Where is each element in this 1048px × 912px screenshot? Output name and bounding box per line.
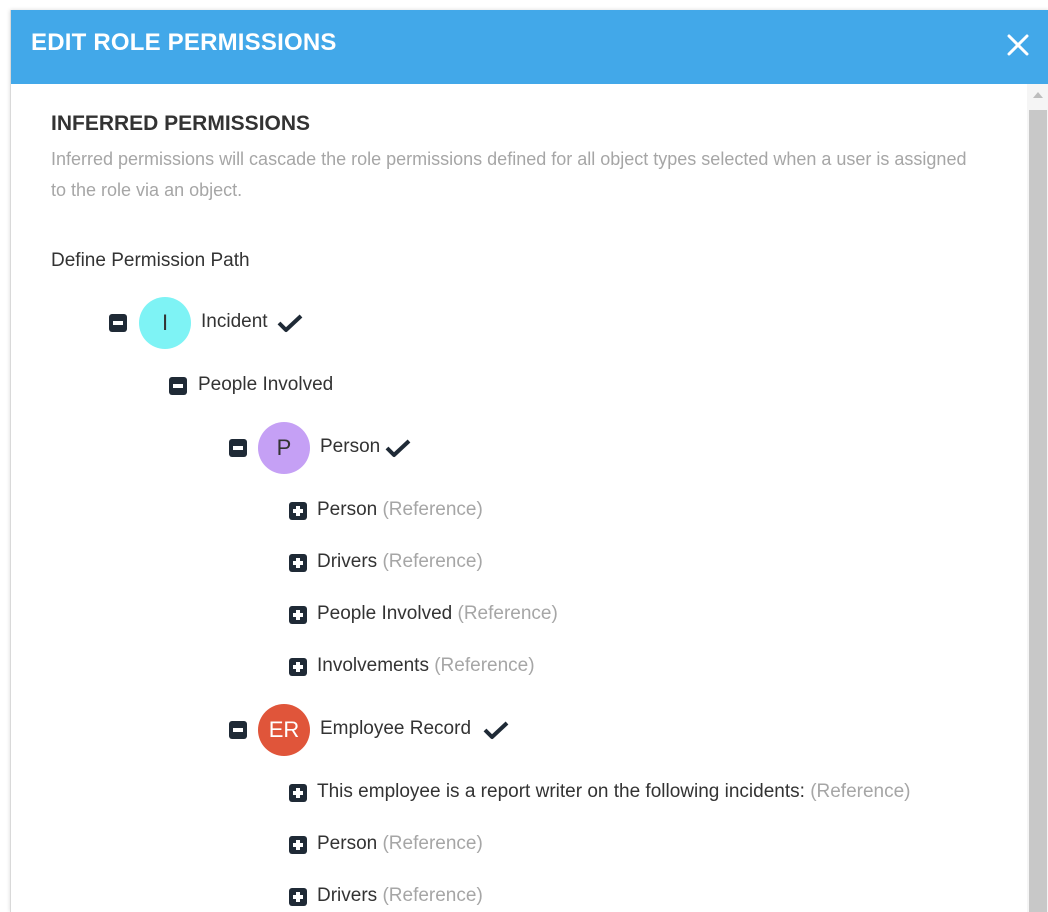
tree-node-reference: Person (Reference) <box>289 819 689 871</box>
collapse-toggle-icon[interactable] <box>229 721 247 739</box>
reference-name: Involvements <box>317 655 429 676</box>
person-label[interactable]: Person <box>320 436 380 458</box>
employee-record-avatar: ER <box>258 704 310 756</box>
close-icon[interactable] <box>1003 30 1033 60</box>
reference-label[interactable]: Person (Reference) <box>317 499 483 521</box>
scroll-thumb[interactable] <box>1029 110 1047 912</box>
scroll-up-arrow-icon[interactable] <box>1033 92 1043 98</box>
reference-name: This employee is a report writer on the … <box>317 781 805 802</box>
checkmark-icon <box>385 439 411 457</box>
reference-label[interactable]: People Involved (Reference) <box>317 603 558 625</box>
tree-node-reference: Person (Reference) <box>289 485 689 537</box>
collapse-toggle-icon[interactable] <box>229 439 247 457</box>
expand-toggle-icon[interactable] <box>289 836 307 854</box>
reference-tag: (Reference) <box>382 551 483 572</box>
incident-avatar: I <box>139 297 191 349</box>
reference-tag: (Reference) <box>434 655 535 676</box>
dialog-header: EDIT ROLE PERMISSIONS <box>11 10 1048 84</box>
reference-label[interactable]: Drivers (Reference) <box>317 885 483 907</box>
tree-node-incident: I Incident <box>109 297 409 349</box>
checkmark-icon <box>277 314 303 332</box>
reference-label[interactable]: Person (Reference) <box>317 833 483 855</box>
reference-tag: (Reference) <box>382 885 483 906</box>
vertical-scrollbar[interactable] <box>1027 84 1048 912</box>
inferred-permissions-title: INFERRED PERMISSIONS <box>51 112 311 135</box>
inferred-permissions-description: Inferred permissions will cascade the ro… <box>51 149 967 200</box>
people-involved-label[interactable]: People Involved <box>198 374 333 396</box>
dialog-title: EDIT ROLE PERMISSIONS <box>31 29 337 56</box>
reference-name: Drivers <box>317 551 378 572</box>
tree-node-people-involved: People Involved <box>169 360 469 412</box>
tree-node-reference: Involvements (Reference) <box>289 641 689 693</box>
reference-label[interactable]: Involvements (Reference) <box>317 655 535 677</box>
reference-tag: (Reference) <box>382 833 483 854</box>
tree-node-reference: People Involved (Reference) <box>289 589 689 641</box>
expand-toggle-icon[interactable] <box>289 606 307 624</box>
reference-name: Person <box>317 833 378 854</box>
expand-toggle-icon[interactable] <box>289 502 307 520</box>
reference-name: People Involved <box>317 603 453 624</box>
reference-tag: (Reference) <box>382 499 483 520</box>
employee-record-label[interactable]: Employee Record <box>320 718 471 740</box>
checkmark-icon <box>483 721 509 739</box>
collapse-toggle-icon[interactable] <box>109 314 127 332</box>
reference-name: Drivers <box>317 885 378 906</box>
define-permission-path-label: Define Permission Path <box>51 250 250 271</box>
tree-node-reference: Drivers (Reference) <box>289 871 689 912</box>
reference-label[interactable]: This employee is a report writer on the … <box>317 781 911 803</box>
tree-node-reference: Drivers (Reference) <box>289 537 689 589</box>
incident-label[interactable]: Incident <box>201 311 268 333</box>
person-avatar: P <box>258 422 310 474</box>
expand-toggle-icon[interactable] <box>289 888 307 906</box>
collapse-toggle-icon[interactable] <box>169 377 187 395</box>
expand-toggle-icon[interactable] <box>289 554 307 572</box>
tree-node-employee-record: ER Employee Record <box>229 704 629 756</box>
expand-toggle-icon[interactable] <box>289 658 307 676</box>
tree-node-person: P Person <box>229 422 529 474</box>
reference-name: Person <box>317 499 378 520</box>
reference-label[interactable]: Drivers (Reference) <box>317 551 483 573</box>
reference-tag: (Reference) <box>457 603 558 624</box>
tree-node-reference: This employee is a report writer on the … <box>289 767 1009 819</box>
expand-toggle-icon[interactable] <box>289 784 307 802</box>
edit-role-permissions-dialog: EDIT ROLE PERMISSIONS INFERRED PERMISSIO… <box>10 10 1048 912</box>
reference-tag: (Reference) <box>810 781 911 802</box>
